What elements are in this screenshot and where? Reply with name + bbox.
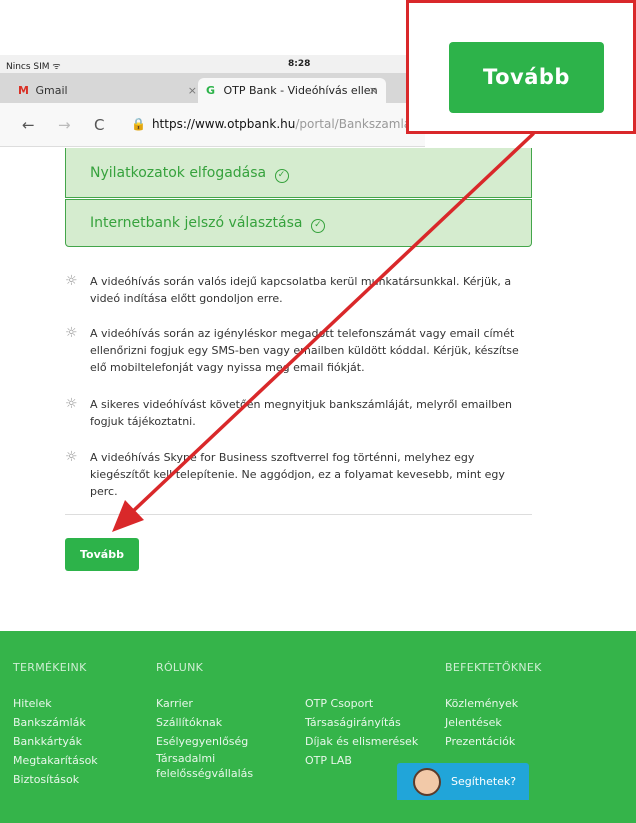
footer-link[interactable]: Hitelek: [13, 694, 98, 713]
back-icon[interactable]: ←: [22, 116, 35, 134]
gmail-icon: M: [18, 84, 29, 97]
tip-item: ☼ A sikeres videóhívást követően megnyit…: [65, 396, 535, 430]
footer-link[interactable]: Karrier: [156, 694, 253, 713]
footer-link[interactable]: OTP Csoport: [305, 694, 418, 713]
footer-link[interactable]: Közlemények: [445, 694, 542, 713]
footer-link[interactable]: Szállítóknak: [156, 713, 253, 732]
otp-logo-icon: G: [206, 84, 216, 97]
tip-item: ☼ A videóhívás során az igényléskor mega…: [65, 325, 535, 376]
tip-item: ☼ A videóhívás Skype for Business szoftv…: [65, 449, 535, 500]
footer-link[interactable]: Bankszámlák: [13, 713, 98, 732]
footer-heading: BEFEKTETŐKNEK: [445, 661, 542, 674]
url-field[interactable]: 🔒 https://www.otpbank.hu/portal/Bankszaml…: [131, 117, 426, 131]
footer-link[interactable]: Megtakarítások: [13, 751, 98, 770]
forward-icon[interactable]: →: [58, 116, 71, 134]
footer: TERMÉKEINK Hitelek Bankszámlák Bankkárty…: [0, 631, 636, 823]
arrowhead: [112, 500, 144, 532]
tip-text: A sikeres videóhívást követően megnyitju…: [90, 398, 513, 428]
tip-text: A videóhívás során az igényléskor megado…: [90, 327, 519, 374]
step-declarations: Nyilatkozatok elfogadása ✓: [65, 148, 532, 198]
lock-icon: 🔒: [131, 117, 146, 131]
zoom-callout: Tovább: [406, 0, 636, 134]
close-icon[interactable]: ×: [188, 84, 197, 97]
lightbulb-icon: ☼: [65, 396, 78, 412]
continue-button[interactable]: Tovább: [65, 538, 139, 571]
lightbulb-icon: ☼: [65, 273, 78, 289]
clock: 8:28: [288, 59, 311, 69]
check-circle-icon: ✓: [274, 169, 289, 183]
check-circle-icon: ✓: [310, 219, 325, 233]
help-chat-button[interactable]: Segíthetek?: [397, 763, 529, 800]
divider: [65, 514, 532, 515]
footer-col-group: OTP Csoport Társaságirányítás Díjak és e…: [305, 661, 418, 770]
url-host: https://www.otpbank.hu: [151, 117, 296, 131]
step-label: Internetbank jelszó választása: [90, 215, 303, 231]
footer-col-investors: BEFEKTETŐKNEK Közlemények Jelentések Pre…: [445, 661, 542, 751]
reload-icon[interactable]: C: [94, 116, 104, 134]
carrier-label: Nincs SIM ᯤ: [6, 62, 61, 72]
tab-strip: M Gmail × G OTP Bank - Videóhívás ellen …: [0, 73, 425, 103]
footer-heading: RÓLUNK: [156, 661, 204, 674]
tab-label: Gmail: [35, 84, 68, 97]
tab-label: OTP Bank - Videóhívás ellen: [223, 84, 378, 97]
footer-link[interactable]: felelősségvállalás: [156, 766, 253, 781]
footer-link[interactable]: Jelentések: [445, 713, 542, 732]
avatar: [413, 768, 441, 796]
footer-heading: TERMÉKEINK: [13, 661, 87, 674]
tab-gmail[interactable]: M Gmail ×: [10, 78, 205, 103]
tip-text: A videóhívás Skype for Business szoftver…: [90, 451, 505, 498]
tab-otp[interactable]: G OTP Bank - Videóhívás ellen ×: [198, 78, 386, 103]
footer-link[interactable]: Társadalmi: [156, 751, 253, 766]
footer-link[interactable]: Társaságirányítás: [305, 713, 418, 732]
tip-text: A videóhívás során valós idejű kapcsolat…: [90, 275, 512, 305]
continue-button-zoomed: Tovább: [449, 42, 604, 113]
step-password: Internetbank jelszó választása ✓: [65, 199, 532, 247]
help-label: Segíthetek?: [451, 775, 517, 788]
status-bar: Nincs SIM ᯤ 8:28: [0, 55, 425, 73]
lightbulb-icon: ☼: [65, 449, 78, 465]
footer-link[interactable]: Díjak és elismerések: [305, 732, 418, 751]
step-label: Nyilatkozatok elfogadása: [90, 165, 267, 181]
address-bar: ← → C 🔒 https://www.otpbank.hu/portal/Ban…: [0, 103, 426, 147]
footer-link[interactable]: Biztosítások: [13, 770, 98, 789]
lightbulb-icon: ☼: [65, 325, 78, 341]
footer-link[interactable]: Prezentációk: [445, 732, 542, 751]
footer-link[interactable]: Esélyegyenlőség: [156, 732, 253, 751]
footer-col-about: RÓLUNK Karrier Szállítóknak Esélyegyenlő…: [156, 661, 253, 781]
footer-heading: [305, 661, 418, 674]
close-icon[interactable]: ×: [369, 84, 378, 97]
tip-item: ☼ A videóhívás során valós idejű kapcsol…: [65, 273, 535, 307]
footer-link[interactable]: Bankkártyák: [13, 732, 98, 751]
footer-col-products: TERMÉKEINK Hitelek Bankszámlák Bankkárty…: [13, 661, 98, 789]
